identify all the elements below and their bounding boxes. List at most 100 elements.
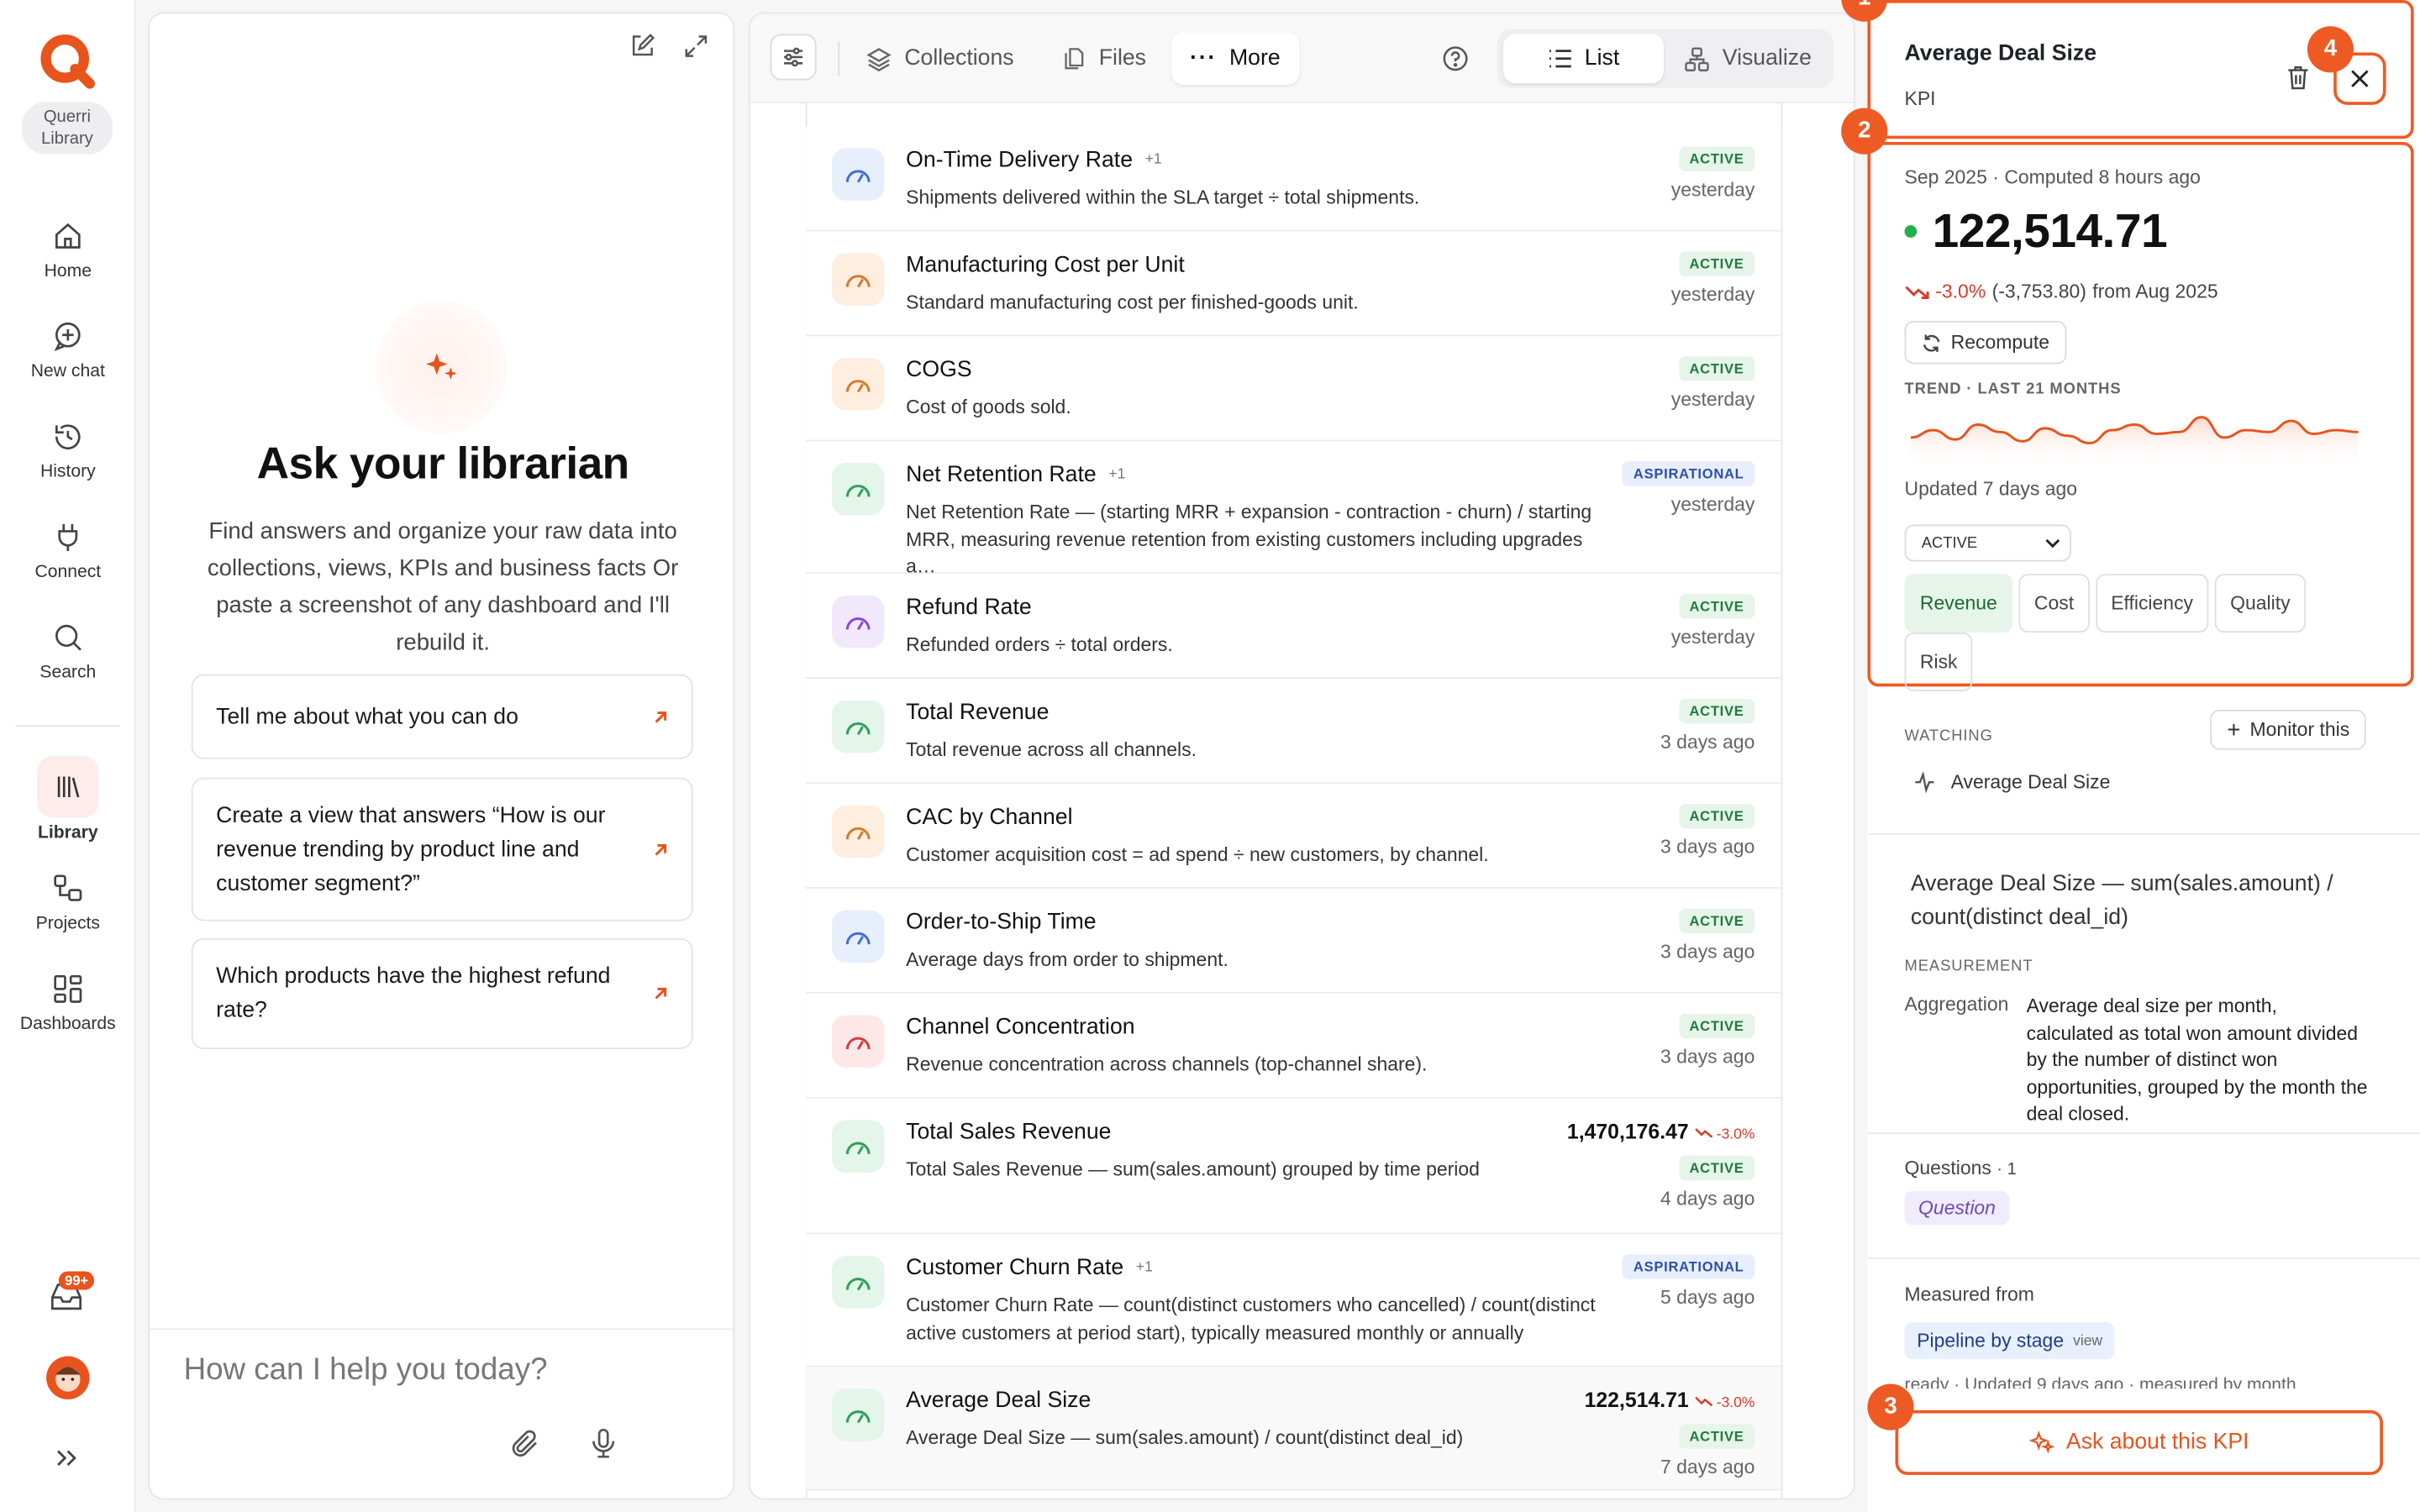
nav-projects-label: Projects (35, 915, 100, 934)
nav-library[interactable]: Library (0, 756, 136, 843)
kpi-row[interactable]: COGS Cost of goods sold. ACTIVE yesterday (805, 336, 1781, 442)
detail-computed: Computed 8 hours ago (2004, 166, 2201, 189)
paperclip-icon[interactable] (508, 1427, 541, 1461)
divider (1867, 832, 2420, 835)
kpi-row[interactable]: Order-to-Ship Time Average days from orde… (805, 888, 1781, 994)
kpi-row[interactable]: Manufacturing Cost per Unit Standard manu… (805, 231, 1781, 337)
nav-home-label: Home (44, 262, 92, 281)
kpi-row[interactable]: On-Time Delivery Rate +1 Shipments deliver… (805, 126, 1781, 232)
source-chip[interactable]: Pipeline by stage view (1904, 1322, 2115, 1360)
kpi-row[interactable]: Customer Churn Rate +1 Customer Churn Rate… (805, 1234, 1781, 1368)
filter-button[interactable] (770, 34, 817, 81)
kpi-name: Order-to-Ship Time (906, 911, 1096, 935)
chat-input[interactable]: How can I help you today? (184, 1353, 548, 1389)
files-icon (1065, 48, 1084, 70)
kpi-name-text: Manufacturing Cost per Unit (906, 253, 1185, 278)
detail-kind: KPI (1904, 87, 1936, 110)
kpi-description: Cost of goods sold. (906, 396, 1071, 418)
status-badge: ACTIVE (1678, 356, 1755, 381)
tag-chip[interactable]: Risk (1904, 633, 1973, 691)
edit-icon[interactable] (629, 33, 656, 60)
nav-search[interactable]: Search (0, 620, 136, 682)
tab-files-label: Files (1098, 46, 1147, 71)
kpi-name-text: Total Sales Revenue (906, 1120, 1112, 1145)
recompute-button[interactable]: Recompute (1904, 321, 2067, 365)
recompute-label: Recompute (1950, 331, 2050, 354)
suggestion-2[interactable]: Create a view that answers “How is our r… (191, 777, 693, 921)
kpi-row[interactable]: Channel Concentration Revenue concentrati… (805, 993, 1781, 1099)
tag-chip[interactable]: Revenue (1904, 574, 2013, 633)
status-badge: ASPIRATIONAL (1623, 1254, 1755, 1279)
trend-down-icon (1905, 286, 1929, 299)
nav-dashboards-label: Dashboards (19, 1015, 116, 1034)
dot-separator: · (1992, 166, 1999, 189)
question-chip[interactable]: Question (1904, 1190, 2010, 1226)
kpi-rows: On-Time Delivery Rate +1 Shipments deliver… (805, 126, 1781, 1491)
kpi-row[interactable]: Total Revenue Total revenue across all ch… (805, 679, 1781, 785)
source-name: Pipeline by stage (1917, 1330, 2065, 1352)
watching-item[interactable]: Average Deal Size (1914, 771, 2110, 794)
suggestion-1[interactable]: Tell me about what you can do (191, 674, 693, 759)
plus-icon: + (2227, 717, 2241, 743)
nav-projects[interactable]: Projects (0, 872, 136, 933)
kpi-description: Total Sales Revenue — sum(sales.amount) … (906, 1158, 1480, 1181)
kpi-row[interactable]: Average Deal Size Average Deal Size — sum… (805, 1367, 1781, 1491)
history-icon (55, 424, 81, 450)
nav-new-chat[interactable]: New chat (0, 319, 136, 381)
library-toolbar: Collections Files ··· More List Visualiz… (750, 13, 1854, 104)
nav-history[interactable]: History (0, 420, 136, 481)
nav-home[interactable]: Home (0, 219, 136, 281)
kpi-updated-time: 5 days ago (1660, 1286, 1755, 1309)
tab-files[interactable]: Files (1062, 33, 1146, 85)
kpi-updated-time: 4 days ago (1660, 1188, 1755, 1210)
maximize-icon[interactable] (682, 33, 710, 60)
view-visualize-button[interactable]: Visualize (1684, 33, 1812, 85)
kpi-name-text: Total Revenue (906, 700, 1050, 726)
tag-chip[interactable]: Quality (2214, 574, 2306, 633)
activity-icon (1915, 771, 1934, 794)
tag-chip[interactable]: Cost (2018, 574, 2090, 633)
gauge-icon (832, 463, 885, 516)
layers-icon (866, 47, 892, 71)
nav-dashboards[interactable]: Dashboards (0, 972, 136, 1034)
suggestion-3[interactable]: Which products have the highest refund r… (191, 937, 693, 1049)
kpi-row[interactable]: Refund Rate Refunded orders ÷ total order… (805, 574, 1781, 680)
trash-icon[interactable] (2284, 63, 2312, 91)
kpi-name: Total Revenue (906, 701, 1049, 725)
querri-logo-icon[interactable] (37, 31, 96, 90)
kpi-row[interactable]: Total Sales Revenue Total Sales Revenue —… (805, 1098, 1781, 1235)
inbox-badge: 99+ (58, 1271, 95, 1290)
view-list-button[interactable]: List (1502, 34, 1665, 84)
help-icon[interactable] (1442, 45, 1470, 72)
kpi-updated-time: yesterday (1670, 283, 1755, 306)
library-switcher[interactable]: Querri Library (21, 102, 113, 155)
close-icon (2351, 70, 2369, 87)
kpi-description: Refunded orders ÷ total orders. (906, 633, 1173, 656)
expand-sidebar-icon[interactable] (52, 1444, 80, 1472)
source-kind: view (2073, 1332, 2103, 1350)
microphone-icon[interactable] (587, 1425, 620, 1459)
tab-collections[interactable]: Collections (865, 33, 1014, 85)
trend-label: TREND · LAST 21 MONTHS (1904, 381, 2122, 398)
status-select[interactable]: ACTIVE (1904, 524, 2071, 562)
avatar[interactable] (46, 1356, 90, 1399)
kpi-name-text: CAC by Channel (906, 805, 1073, 831)
chat-title: Ask your librarian (256, 439, 630, 490)
more-dots-icon: ··· (1190, 46, 1218, 71)
kpi-row[interactable]: CAC by Channel Customer acquisition cost … (805, 784, 1781, 889)
nav-connect[interactable]: Connect (0, 520, 136, 581)
status-badge: ACTIVE (1678, 803, 1755, 829)
tag-list: Revenue Cost Efficiency Quality Risk (1904, 574, 2368, 691)
ask-about-kpi-button[interactable]: Ask about this KPI (1895, 1410, 2383, 1475)
kpi-row[interactable]: Net Retention Rate +1 Net Retention Rate —… (805, 441, 1781, 577)
visualize-icon (1685, 46, 1709, 71)
tag-chip[interactable]: Efficiency (2095, 574, 2209, 633)
tab-more[interactable]: ··· More (1171, 32, 1299, 86)
gauge-icon (832, 148, 885, 201)
kpi-updated-time: 3 days ago (1660, 731, 1755, 753)
kpi-plus-count: +1 (1108, 465, 1126, 483)
status-badge: ACTIVE (1678, 1013, 1755, 1039)
monitor-button[interactable]: + Monitor this (2210, 709, 2367, 750)
kpi-value-text: 122,514.71 (1584, 1389, 1689, 1412)
marker-4: 4 (2307, 26, 2354, 73)
